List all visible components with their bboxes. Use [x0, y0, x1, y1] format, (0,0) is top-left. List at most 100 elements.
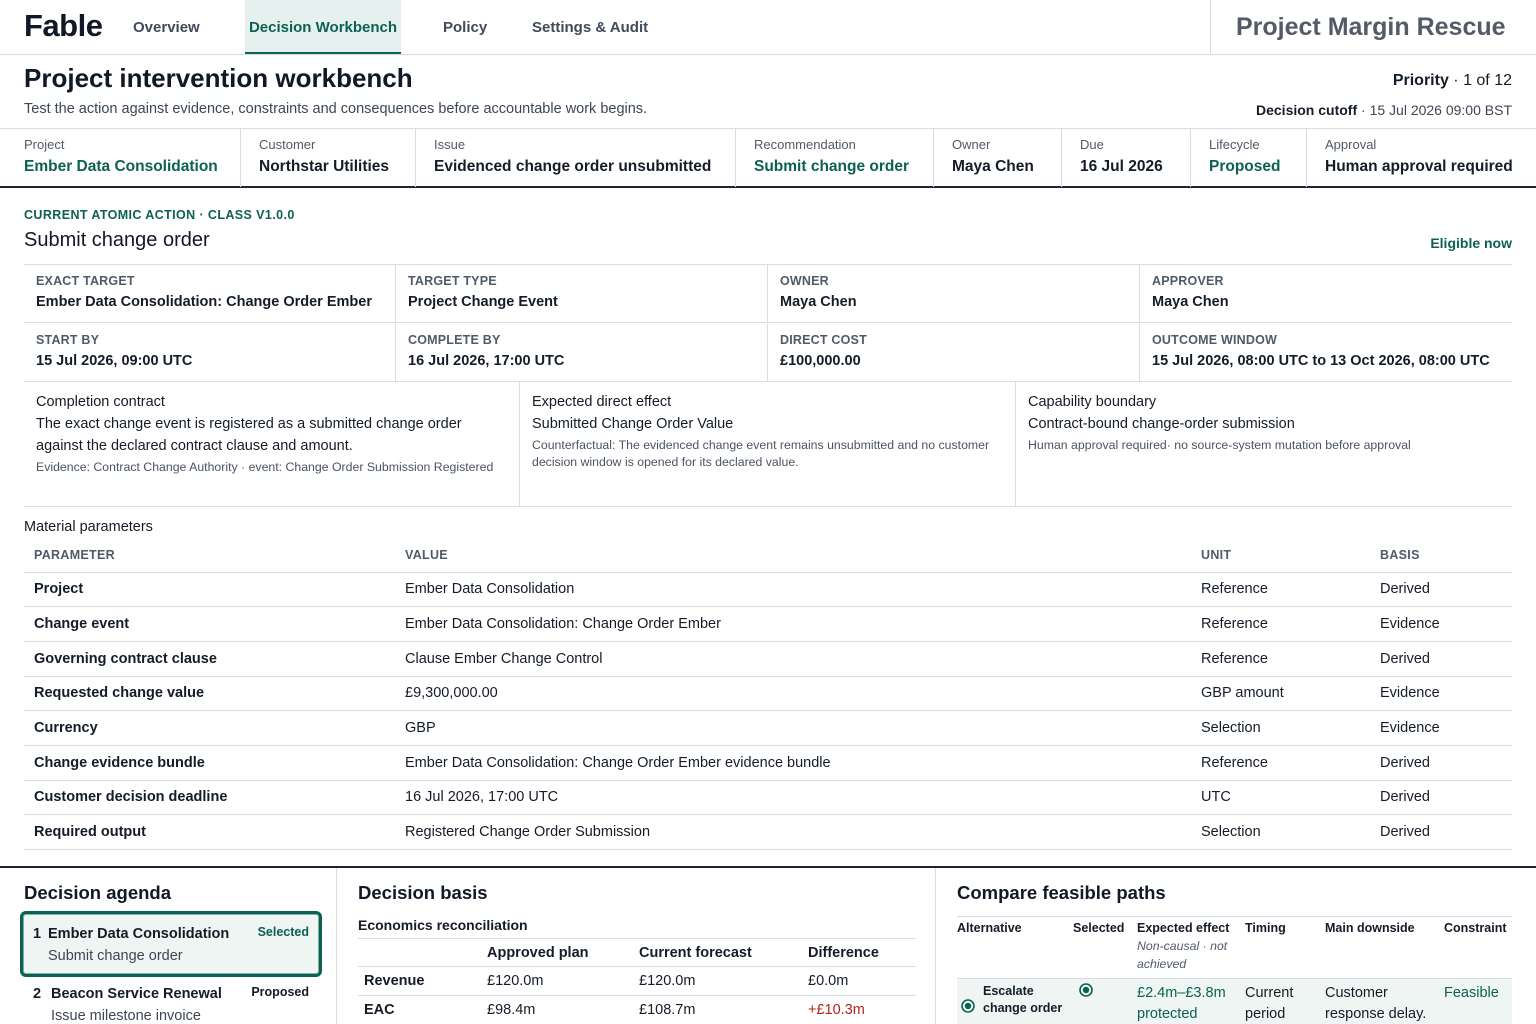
meta-recommendation: Recommendation Submit change order [736, 129, 934, 187]
panel-note: Human approval required· no source-syste… [1028, 438, 1411, 452]
action-title: Submit change order [24, 229, 210, 251]
tab-decision-workbench[interactable]: Decision Workbench [245, 0, 401, 54]
panel-body: The exact change event is registered as … [36, 416, 462, 454]
param-basis: Evidence [1370, 606, 1512, 642]
field-label: START BY [36, 333, 100, 347]
priority-value: · 1 of 12 [1448, 72, 1512, 89]
field-value: 15 Jul 2026, 09:00 UTC [36, 353, 193, 369]
agenda-item-selected[interactable]: 1 Ember Data Consolidation Submit change… [20, 911, 322, 977]
field-value: Maya Chen [1152, 294, 1229, 310]
action-fields: EXACT TARGET Ember Data Consolidation: C… [24, 264, 1512, 382]
priority-label: Priority [1392, 72, 1449, 89]
capability-boundary: Capability boundary Contract-bound chang… [1016, 382, 1512, 506]
panel-title: Capability boundary [1028, 394, 1157, 410]
page-subtitle: Test the action against evidence, constr… [24, 101, 648, 117]
project-name: Project Margin Rescue [1210, 0, 1536, 54]
param-name: Requested change value [24, 676, 395, 712]
field-complete-by: COMPLETE BY 16 Jul 2026, 17:00 UTC [396, 324, 768, 382]
decision-basis-pane: Decision basis Economics reconciliation … [337, 868, 936, 1024]
field-value: Ember Data Consolidation: Change Order E… [36, 294, 372, 310]
expected-effect: £2.4m–£3.8m protected [1137, 978, 1245, 1024]
table-row[interactable]: Escalate change order £2.4m–£3.8m protec… [957, 978, 1512, 1024]
selected-cell[interactable] [1073, 978, 1137, 1024]
main-downside: Customer response delay. [1325, 978, 1444, 1024]
decision-agenda-pane: Decision agenda 1 Ember Data Consolidati… [0, 868, 337, 1024]
meta-label: Approval [1325, 137, 1377, 152]
column-header-effect: Expected effect Non-causal · not achieve… [1137, 916, 1245, 979]
param-basis: Derived [1370, 780, 1512, 816]
table-row: Customer decision deadline 16 Jul 2026, … [24, 780, 1512, 816]
column-header: VALUE [395, 538, 1191, 573]
field-value: 16 Jul 2026, 17:00 UTC [408, 353, 565, 369]
param-name: Currency [24, 710, 395, 746]
difference-value: £0.0m [802, 966, 916, 996]
meta-value: Evidenced change order unsubmitted [434, 158, 712, 175]
field-value: Maya Chen [780, 294, 857, 310]
eligibility-status: Eligible now [1430, 235, 1512, 251]
meta-value[interactable]: Submit change order [754, 158, 933, 176]
page-title: Project intervention workbench [24, 63, 413, 93]
meta-label: Project [24, 137, 65, 152]
field-label: EXACT TARGET [36, 274, 135, 288]
tab-settings-audit[interactable]: Settings & Audit [530, 0, 650, 54]
current-forecast-value: £120.0m [633, 966, 802, 996]
param-value: 16 Jul 2026, 17:00 UTC [395, 780, 1191, 816]
meta-label: Owner [952, 137, 991, 152]
panel-body: Contract-bound change-order submission [1028, 416, 1295, 432]
table-header-row: Approved plan Current forecast Differenc… [358, 938, 916, 967]
field-label: DIRECT COST [780, 333, 867, 347]
param-unit: Selection [1191, 710, 1370, 746]
agenda-item-subtitle: Issue milestone invoice [51, 1008, 201, 1024]
basis-subtitle: Economics reconciliation [358, 917, 528, 933]
selected-radio-icon[interactable] [1079, 983, 1093, 1001]
field-exact-target: EXACT TARGET Ember Data Consolidation: C… [24, 265, 396, 323]
compare-paths-pane: Compare feasible paths Alternative Selec… [936, 868, 1536, 1024]
meta-lifecycle: Lifecycle Proposed [1191, 129, 1307, 187]
table-row: Change event Ember Data Consolidation: C… [24, 606, 1512, 642]
param-name: Change event [24, 606, 395, 642]
tab-overview[interactable]: Overview [131, 0, 202, 54]
agenda-item-title: Ember Data Consolidation [48, 926, 230, 942]
meta-value: Human approval required [1325, 158, 1513, 175]
difference-value: +£10.3m [802, 995, 916, 1024]
parameters-table: PARAMETER VALUE UNIT BASIS Project Ember… [24, 538, 1512, 850]
param-basis: Derived [1370, 745, 1512, 781]
radio-icon[interactable] [961, 999, 975, 1020]
current-forecast-value: £108.7m [633, 995, 802, 1024]
agenda-title: Decision agenda [24, 882, 172, 903]
field-label: APPROVER [1152, 274, 1224, 288]
param-name: Required output [24, 814, 395, 850]
field-label: OUTCOME WINDOW [1152, 333, 1278, 347]
field-start-by: START BY 15 Jul 2026, 09:00 UTC [24, 324, 396, 382]
column-header: Main downside [1325, 916, 1444, 979]
column-header: Difference [802, 938, 916, 967]
meta-label: Customer [259, 137, 316, 152]
meta-value[interactable]: Ember Data Consolidation [24, 158, 240, 176]
param-value: Ember Data Consolidation: Change Order E… [395, 606, 1191, 642]
agenda-number: 2 [33, 986, 42, 1002]
param-basis: Derived [1370, 641, 1512, 677]
agenda-item[interactable]: 2 Beacon Service Renewal Issue milestone… [24, 984, 322, 1024]
app-logo: Fable [24, 8, 103, 43]
tab-policy[interactable]: Policy [441, 0, 489, 54]
table-header-row: PARAMETER VALUE UNIT BASIS [24, 538, 1512, 573]
alternative-option[interactable]: Escalate change order [961, 983, 1073, 1020]
param-value: Registered Change Order Submission [395, 814, 1191, 850]
meta-label: Recommendation [754, 137, 856, 152]
action-kicker: CURRENT ATOMIC ACTION · CLASS V1.0.0 [24, 208, 295, 222]
param-basis: Derived [1370, 572, 1512, 608]
param-basis: Evidence [1370, 710, 1512, 746]
meta-issue: Issue Evidenced change order unsubmitted [416, 129, 736, 187]
column-header: Selected [1073, 916, 1137, 979]
panel-note: Counterfactual: The evidenced change eve… [532, 438, 990, 469]
table-header-row: Alternative Selected Expected effect Non… [957, 916, 1512, 979]
column-header: Current forecast [633, 938, 802, 967]
alternative-cell[interactable]: Escalate change order [957, 978, 1073, 1024]
field-outcome-window: OUTCOME WINDOW 15 Jul 2026, 08:00 UTC to… [1140, 324, 1512, 382]
column-header: Expected effect [1137, 921, 1230, 935]
meta-approval: Approval Human approval required [1307, 129, 1536, 187]
expected-effect: Expected direct effect Submitted Change … [520, 382, 1016, 506]
param-value: GBP [395, 710, 1191, 746]
meta-strip: Project Ember Data Consolidation Custome… [0, 128, 1536, 188]
param-unit: Selection [1191, 814, 1370, 850]
